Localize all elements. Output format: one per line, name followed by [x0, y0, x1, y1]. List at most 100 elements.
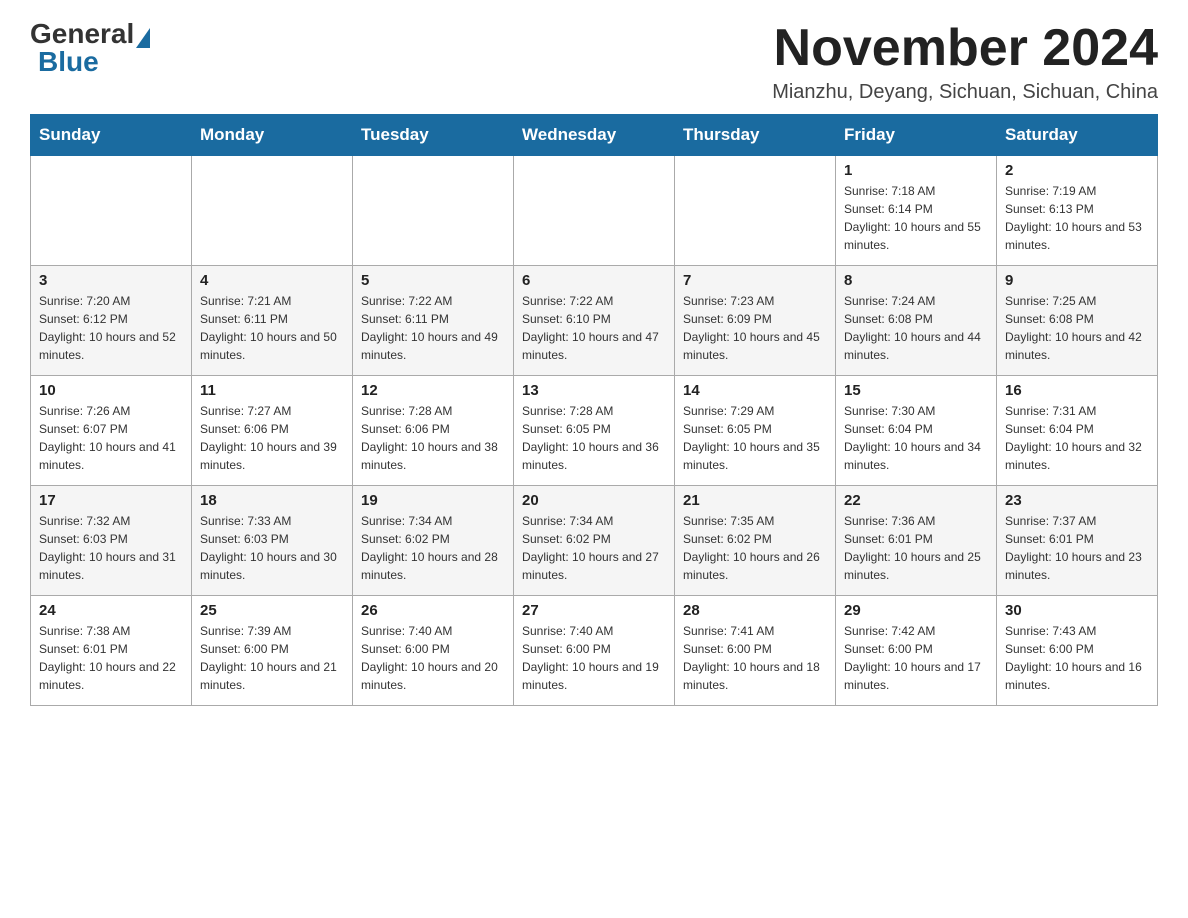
- calendar-week-row: 10 Sunrise: 7:26 AMSunset: 6:07 PMDayligh…: [31, 376, 1158, 486]
- calendar-week-row: 1 Sunrise: 7:18 AMSunset: 6:14 PMDaylight…: [31, 156, 1158, 266]
- logo-triangle-icon: [136, 28, 150, 48]
- day-number: 7: [683, 272, 827, 289]
- calendar-cell: 27 Sunrise: 7:40 AMSunset: 6:00 PMDayligh…: [514, 596, 675, 706]
- day-number: 28: [683, 602, 827, 619]
- calendar-cell: 19Sunrise: 7:34 AMSunset: 6:02 PMDayligh…: [353, 486, 514, 596]
- calendar-cell: 10 Sunrise: 7:26 AMSunset: 6:07 PMDayligh…: [31, 376, 192, 486]
- day-info: Sunrise: 7:33 AMSunset: 6:03 PMDaylight:…: [200, 512, 344, 584]
- day-number: 22: [844, 492, 988, 509]
- day-number: 25: [200, 602, 344, 619]
- day-info: Sunrise: 7:42 AMSunset: 6:00 PMDaylight:…: [844, 622, 988, 694]
- calendar-cell: 4Sunrise: 7:21 AMSunset: 6:11 PMDaylight…: [192, 266, 353, 376]
- logo-blue-text: Blue: [38, 46, 99, 78]
- day-info: Sunrise: 7:36 AMSunset: 6:01 PMDaylight:…: [844, 512, 988, 584]
- day-number: 12: [361, 382, 505, 399]
- day-of-week-header: Monday: [192, 115, 353, 156]
- day-number: 27: [522, 602, 666, 619]
- day-number: 15: [844, 382, 988, 399]
- day-of-week-header: Saturday: [997, 115, 1158, 156]
- calendar-week-row: 24 Sunrise: 7:38 AMSunset: 6:01 PMDayligh…: [31, 596, 1158, 706]
- day-number: 9: [1005, 272, 1149, 289]
- calendar-cell: 5Sunrise: 7:22 AMSunset: 6:11 PMDaylight…: [353, 266, 514, 376]
- calendar-cell: [192, 156, 353, 266]
- calendar-cell: 22 Sunrise: 7:36 AMSunset: 6:01 PMDayligh…: [836, 486, 997, 596]
- day-number: 21: [683, 492, 827, 509]
- day-info: Sunrise: 7:30 AMSunset: 6:04 PMDaylight:…: [844, 402, 988, 474]
- day-number: 10: [39, 382, 183, 399]
- calendar-cell: 12 Sunrise: 7:28 AMSunset: 6:06 PMDayligh…: [353, 376, 514, 486]
- day-info: Sunrise: 7:19 AMSunset: 6:13 PMDaylight:…: [1005, 182, 1149, 254]
- day-number: 16: [1005, 382, 1149, 399]
- calendar-cell: 18 Sunrise: 7:33 AMSunset: 6:03 PMDayligh…: [192, 486, 353, 596]
- calendar-cell: 23Sunrise: 7:37 AMSunset: 6:01 PMDayligh…: [997, 486, 1158, 596]
- calendar-cell: 16 Sunrise: 7:31 AMSunset: 6:04 PMDayligh…: [997, 376, 1158, 486]
- day-info: Sunrise: 7:40 AMSunset: 6:00 PMDaylight:…: [522, 622, 666, 694]
- calendar-cell: 1 Sunrise: 7:18 AMSunset: 6:14 PMDaylight…: [836, 156, 997, 266]
- day-number: 13: [522, 382, 666, 399]
- day-number: 19: [361, 492, 505, 509]
- day-of-week-header: Friday: [836, 115, 997, 156]
- day-number: 17: [39, 492, 183, 509]
- calendar-cell: 17Sunrise: 7:32 AMSunset: 6:03 PMDayligh…: [31, 486, 192, 596]
- calendar-cell: 24 Sunrise: 7:38 AMSunset: 6:01 PMDayligh…: [31, 596, 192, 706]
- day-info: Sunrise: 7:39 AMSunset: 6:00 PMDaylight:…: [200, 622, 344, 694]
- day-info: Sunrise: 7:40 AMSunset: 6:00 PMDaylight:…: [361, 622, 505, 694]
- day-number: 8: [844, 272, 988, 289]
- day-info: Sunrise: 7:20 AMSunset: 6:12 PMDaylight:…: [39, 292, 183, 364]
- page-title: November 2024: [772, 20, 1158, 77]
- day-of-week-header: Wednesday: [514, 115, 675, 156]
- day-info: Sunrise: 7:23 AMSunset: 6:09 PMDaylight:…: [683, 292, 827, 364]
- day-info: Sunrise: 7:31 AMSunset: 6:04 PMDaylight:…: [1005, 402, 1149, 474]
- calendar-cell: 2 Sunrise: 7:19 AMSunset: 6:13 PMDaylight…: [997, 156, 1158, 266]
- calendar-cell: 3 Sunrise: 7:20 AMSunset: 6:12 PMDaylight…: [31, 266, 192, 376]
- logo-general-text: General: [30, 20, 134, 48]
- day-number: 3: [39, 272, 183, 289]
- calendar-cell: 28Sunrise: 7:41 AMSunset: 6:00 PMDayligh…: [675, 596, 836, 706]
- day-of-week-header: Thursday: [675, 115, 836, 156]
- day-info: Sunrise: 7:43 AMSunset: 6:00 PMDaylight:…: [1005, 622, 1149, 694]
- day-info: Sunrise: 7:38 AMSunset: 6:01 PMDaylight:…: [39, 622, 183, 694]
- calendar-cell: [514, 156, 675, 266]
- calendar-cell: 9 Sunrise: 7:25 AMSunset: 6:08 PMDaylight…: [997, 266, 1158, 376]
- day-info: Sunrise: 7:25 AMSunset: 6:08 PMDaylight:…: [1005, 292, 1149, 364]
- day-info: Sunrise: 7:18 AMSunset: 6:14 PMDaylight:…: [844, 182, 988, 254]
- calendar-cell: 7 Sunrise: 7:23 AMSunset: 6:09 PMDaylight…: [675, 266, 836, 376]
- calendar-cell: [353, 156, 514, 266]
- calendar-cell: 20 Sunrise: 7:34 AMSunset: 6:02 PMDayligh…: [514, 486, 675, 596]
- day-info: Sunrise: 7:26 AMSunset: 6:07 PMDaylight:…: [39, 402, 183, 474]
- page-subtitle: Mianzhu, Deyang, Sichuan, Sichuan, China: [772, 81, 1158, 104]
- day-of-week-header: Sunday: [31, 115, 192, 156]
- day-info: Sunrise: 7:34 AMSunset: 6:02 PMDaylight:…: [522, 512, 666, 584]
- day-number: 20: [522, 492, 666, 509]
- day-info: Sunrise: 7:29 AMSunset: 6:05 PMDaylight:…: [683, 402, 827, 474]
- calendar-cell: 21 Sunrise: 7:35 AMSunset: 6:02 PMDayligh…: [675, 486, 836, 596]
- day-info: Sunrise: 7:22 AMSunset: 6:11 PMDaylight:…: [361, 292, 505, 364]
- day-info: Sunrise: 7:28 AMSunset: 6:05 PMDaylight:…: [522, 402, 666, 474]
- title-area: November 2024 Mianzhu, Deyang, Sichuan, …: [772, 20, 1158, 104]
- calendar-cell: [31, 156, 192, 266]
- calendar-cell: 26 Sunrise: 7:40 AMSunset: 6:00 PMDayligh…: [353, 596, 514, 706]
- day-number: 6: [522, 272, 666, 289]
- calendar-cell: 13 Sunrise: 7:28 AMSunset: 6:05 PMDayligh…: [514, 376, 675, 486]
- logo: General Blue: [30, 20, 152, 78]
- day-info: Sunrise: 7:24 AMSunset: 6:08 PMDaylight:…: [844, 292, 988, 364]
- calendar-cell: 8 Sunrise: 7:24 AMSunset: 6:08 PMDaylight…: [836, 266, 997, 376]
- calendar-week-row: 17Sunrise: 7:32 AMSunset: 6:03 PMDayligh…: [31, 486, 1158, 596]
- day-number: 24: [39, 602, 183, 619]
- day-of-week-header: Tuesday: [353, 115, 514, 156]
- day-number: 11: [200, 382, 344, 399]
- calendar-cell: 11Sunrise: 7:27 AMSunset: 6:06 PMDayligh…: [192, 376, 353, 486]
- day-number: 26: [361, 602, 505, 619]
- day-info: Sunrise: 7:35 AMSunset: 6:02 PMDaylight:…: [683, 512, 827, 584]
- calendar-cell: 14Sunrise: 7:29 AMSunset: 6:05 PMDayligh…: [675, 376, 836, 486]
- day-info: Sunrise: 7:28 AMSunset: 6:06 PMDaylight:…: [361, 402, 505, 474]
- header-area: General Blue November 2024 Mianzhu, Deya…: [30, 20, 1158, 104]
- calendar-week-row: 3 Sunrise: 7:20 AMSunset: 6:12 PMDaylight…: [31, 266, 1158, 376]
- calendar-cell: 15 Sunrise: 7:30 AMSunset: 6:04 PMDayligh…: [836, 376, 997, 486]
- day-number: 1: [844, 162, 988, 179]
- calendar-cell: 30Sunrise: 7:43 AMSunset: 6:00 PMDayligh…: [997, 596, 1158, 706]
- day-number: 18: [200, 492, 344, 509]
- day-number: 2: [1005, 162, 1149, 179]
- calendar-cell: [675, 156, 836, 266]
- day-info: Sunrise: 7:21 AMSunset: 6:11 PMDaylight:…: [200, 292, 344, 364]
